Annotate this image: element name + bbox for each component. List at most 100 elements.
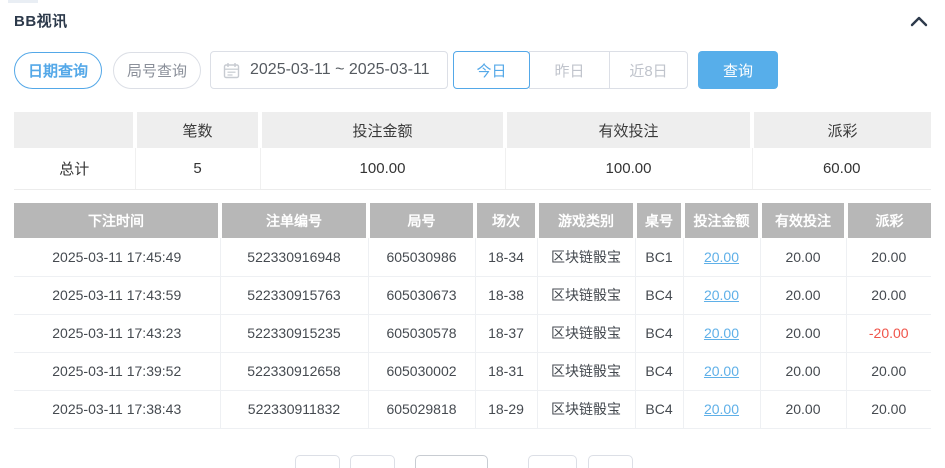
top-edge-artifact xyxy=(8,0,38,3)
cell-round: 605030986 xyxy=(368,238,475,276)
cell-session: 18-31 xyxy=(475,352,537,390)
search-button[interactable]: 查询 xyxy=(698,51,778,89)
cell-bet-time: 2025-03-11 17:38:43 xyxy=(14,390,220,428)
cell-bet-id: 522330915235 xyxy=(220,314,368,352)
table-row: 2025-03-11 17:43:23 522330915235 6050305… xyxy=(14,314,931,352)
collapse-panel-button[interactable] xyxy=(907,11,931,31)
pagination-button-2[interactable] xyxy=(350,455,395,468)
filter-today-button[interactable]: 今日 xyxy=(453,51,530,89)
cell-bet-amount: 20.00 xyxy=(683,352,760,390)
cell-bet-time: 2025-03-11 17:45:49 xyxy=(14,238,220,276)
quick-filter-group: 今日 昨日 近8日 xyxy=(453,51,688,89)
col-header-bet-amount: 投注金额 xyxy=(683,203,760,238)
table-row: 2025-03-11 17:39:52 522330912658 6050300… xyxy=(14,352,931,390)
cell-session: 18-34 xyxy=(475,238,537,276)
cell-bet-amount: 20.00 xyxy=(683,276,760,314)
col-header-bet-id: 注单编号 xyxy=(220,203,368,238)
cell-game-type: 区块链骰宝 xyxy=(537,314,635,352)
table-row: 2025-03-11 17:43:59 522330915763 6050306… xyxy=(14,276,931,314)
cell-valid-bet: 20.00 xyxy=(760,352,846,390)
cell-table-no: BC4 xyxy=(635,352,683,390)
cell-payout: 20.00 xyxy=(846,276,931,314)
cell-game-type: 区块链骰宝 xyxy=(537,238,635,276)
col-header-table-no: 桌号 xyxy=(635,203,683,238)
cell-session: 18-38 xyxy=(475,276,537,314)
cell-bet-id: 522330915763 xyxy=(220,276,368,314)
col-header-session: 场次 xyxy=(475,203,537,238)
summary-table: 笔数 投注金额 有效投注 派彩 总计 5 100.00 100.00 60.00 xyxy=(14,112,931,190)
cell-bet-time: 2025-03-11 17:43:59 xyxy=(14,276,220,314)
summary-total-count: 5 xyxy=(135,148,260,189)
cell-payout: 20.00 xyxy=(846,390,931,428)
cell-payout: 20.00 xyxy=(846,352,931,390)
cell-table-no: BC4 xyxy=(635,276,683,314)
pagination-page-select[interactable] xyxy=(415,455,488,468)
cell-bet-amount: 20.00 xyxy=(683,314,760,352)
date-range-input[interactable]: 2025-03-11 ~ 2025-03-11 xyxy=(210,51,448,89)
panel-header: BB视讯 xyxy=(14,10,931,31)
col-header-bet-time: 下注时间 xyxy=(14,203,220,238)
query-toolbar: 日期查询 局号查询 2025-03-11 ~ 2025-03-11 今日 昨日 … xyxy=(14,50,778,90)
summary-header-blank xyxy=(14,112,135,148)
summary-header-valid-bet: 有效投注 xyxy=(505,112,752,148)
cell-round: 605030578 xyxy=(368,314,475,352)
cell-session: 18-37 xyxy=(475,314,537,352)
cell-table-no: BC4 xyxy=(635,314,683,352)
bb-video-panel: BB视讯 日期查询 局号查询 2025-03-11 ~ 2025-03-11 xyxy=(0,0,945,468)
summary-header-count: 笔数 xyxy=(135,112,260,148)
table-row: 2025-03-11 17:38:43 522330911832 6050298… xyxy=(14,390,931,428)
tab-round-query[interactable]: 局号查询 xyxy=(113,52,201,89)
calendar-icon xyxy=(223,62,240,79)
bet-records-table: 下注时间 注单编号 局号 场次 游戏类别 桌号 投注金额 有效投注 派彩 202… xyxy=(14,203,931,429)
summary-total-row: 总计 5 100.00 100.00 60.00 xyxy=(14,148,931,189)
cell-valid-bet: 20.00 xyxy=(760,276,846,314)
bet-amount-link[interactable]: 20.00 xyxy=(704,401,739,417)
cell-valid-bet: 20.00 xyxy=(760,238,846,276)
cell-table-no: BC4 xyxy=(635,390,683,428)
cell-bet-amount: 20.00 xyxy=(683,238,760,276)
summary-total-label: 总计 xyxy=(14,148,135,189)
cell-round: 605030673 xyxy=(368,276,475,314)
pagination-button-4[interactable] xyxy=(588,455,633,468)
summary-total-payout: 60.00 xyxy=(752,148,931,189)
summary-total-valid-bet: 100.00 xyxy=(505,148,752,189)
panel-title: BB视讯 xyxy=(14,10,68,31)
cell-game-type: 区块链骰宝 xyxy=(537,352,635,390)
pagination-button-1[interactable] xyxy=(295,455,340,468)
cell-bet-id: 522330916948 xyxy=(220,238,368,276)
date-range-value: 2025-03-11 ~ 2025-03-11 xyxy=(250,61,430,79)
summary-header-payout: 派彩 xyxy=(752,112,931,148)
col-header-game-type: 游戏类别 xyxy=(537,203,635,238)
cell-round: 605030002 xyxy=(368,352,475,390)
filter-yesterday-button[interactable]: 昨日 xyxy=(529,51,610,89)
chevron-up-icon xyxy=(910,15,928,27)
filter-last8days-button[interactable]: 近8日 xyxy=(609,51,688,89)
records-header-row: 下注时间 注单编号 局号 场次 游戏类别 桌号 投注金额 有效投注 派彩 xyxy=(14,203,931,238)
bet-amount-link[interactable]: 20.00 xyxy=(704,249,739,265)
cell-table-no: BC1 xyxy=(635,238,683,276)
cell-game-type: 区块链骰宝 xyxy=(537,390,635,428)
tab-date-query[interactable]: 日期查询 xyxy=(14,52,102,89)
bet-amount-link[interactable]: 20.00 xyxy=(704,325,739,341)
cell-round: 605029818 xyxy=(368,390,475,428)
cell-game-type: 区块链骰宝 xyxy=(537,276,635,314)
summary-header-row: 笔数 投注金额 有效投注 派彩 xyxy=(14,112,931,148)
cell-valid-bet: 20.00 xyxy=(760,314,846,352)
col-header-payout: 派彩 xyxy=(846,203,931,238)
summary-header-bet-amount: 投注金额 xyxy=(260,112,505,148)
pagination-button-3[interactable] xyxy=(528,455,577,468)
cell-bet-amount: 20.00 xyxy=(683,390,760,428)
cell-valid-bet: 20.00 xyxy=(760,390,846,428)
cell-payout: 20.00 xyxy=(846,238,931,276)
pagination xyxy=(0,455,945,468)
cell-bet-time: 2025-03-11 17:39:52 xyxy=(14,352,220,390)
table-row: 2025-03-11 17:45:49 522330916948 6050309… xyxy=(14,238,931,276)
cell-session: 18-29 xyxy=(475,390,537,428)
cell-bet-id: 522330912658 xyxy=(220,352,368,390)
col-header-valid-bet: 有效投注 xyxy=(760,203,846,238)
bet-amount-link[interactable]: 20.00 xyxy=(704,363,739,379)
bet-amount-link[interactable]: 20.00 xyxy=(704,287,739,303)
cell-payout: -20.00 xyxy=(846,314,931,352)
summary-total-bet-amount: 100.00 xyxy=(260,148,505,189)
cell-bet-id: 522330911832 xyxy=(220,390,368,428)
